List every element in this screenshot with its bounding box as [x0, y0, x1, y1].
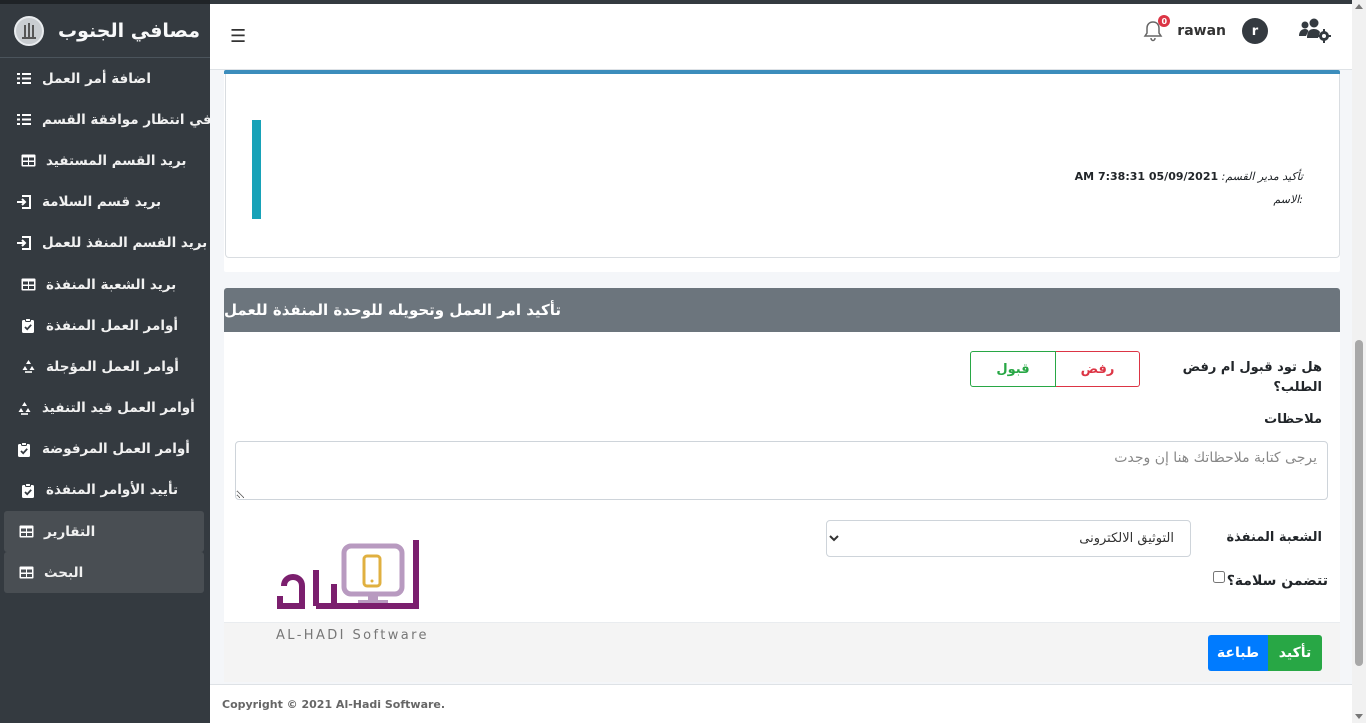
avatar[interactable]: r	[1242, 18, 1268, 44]
info-accent-bar	[252, 120, 261, 219]
user-area: 0 rawan r	[1143, 15, 1332, 44]
sidebar-item-rejected-orders[interactable]: أوامر العمل المرفوضة	[0, 429, 210, 470]
print-button[interactable]: طباعة	[1208, 635, 1268, 671]
table-icon	[18, 524, 34, 540]
sidebar-item-label: بريد القسم المستفيد	[46, 152, 187, 169]
scroll-thumb[interactable]	[1355, 340, 1363, 666]
reject-button[interactable]: رفض	[1056, 351, 1140, 387]
sidebar-item-executing-department-mail[interactable]: بريد القسم المنفذ للعمل	[0, 223, 210, 264]
sidebar-item-label: التقارير	[44, 523, 96, 540]
copyright-text: Copyright © 2021 Al-Hadi Software.	[222, 698, 446, 711]
table-icon	[18, 565, 34, 581]
approval-info-card: تأكيد مدير القسم: 05/09/2021 7:38:31 AM …	[224, 70, 1340, 272]
manager-confirmation-label: تأكيد مدير القسم:	[1221, 170, 1303, 183]
sidebar-item-search[interactable]: البحث	[4, 552, 204, 594]
watermark-text: AL-HADI Software	[276, 628, 429, 643]
sidebar-nav: اضافة أمر العمل أوامر في انتظار موافقة ا…	[0, 58, 210, 594]
recycle-icon	[16, 400, 32, 416]
sidebar-item-label: أوامر العمل قيد التنفيذ	[42, 400, 195, 417]
sidebar-item-label: أوامر في انتظار موافقة القسم	[42, 111, 210, 128]
users-cog-icon[interactable]	[1298, 18, 1332, 44]
notes-label: ملاحظات	[1264, 412, 1322, 427]
sign-in-icon	[16, 194, 32, 210]
sidebar-item-executed-orders[interactable]: أوامر العمل المنفذة	[0, 305, 210, 346]
accept-reject-group: قبول رفض	[970, 351, 1140, 387]
sidebar-item-postponed-orders[interactable]: أوامر العمل المؤجلة	[0, 346, 210, 387]
executing-unit-label: الشعبة المنفذة	[1226, 530, 1322, 545]
notification-count-badge: 0	[1158, 15, 1171, 27]
sign-in-icon	[16, 235, 32, 251]
table-icon	[20, 277, 36, 293]
clipboard-check-icon	[16, 441, 32, 457]
accept-button[interactable]: قبول	[970, 351, 1056, 387]
top-navbar: ☰ 0 rawan r	[210, 0, 1366, 70]
clipboard-check-icon	[20, 318, 36, 334]
page-scrollbar[interactable]	[1352, 0, 1366, 723]
brand-title: مصافي الجنوب	[58, 19, 200, 42]
approval-info-body: تأكيد مدير القسم: 05/09/2021 7:38:31 AM …	[225, 74, 1340, 258]
card-title: تأكيد امر العمل وتحويله للوحدة المنفذة ل…	[224, 288, 1340, 332]
executing-unit-select[interactable]: التوثيق الالكترونى	[826, 520, 1191, 557]
safety-checkbox[interactable]	[1212, 571, 1225, 583]
brand[interactable]: مصافي الجنوب	[0, 4, 210, 58]
sidebar-item-label: أوامر العمل المؤجلة	[46, 358, 179, 375]
notes-textarea[interactable]	[235, 441, 1328, 500]
sidebar-item-label: تأييد الأوامر المنفذة	[46, 482, 179, 499]
task-list-icon	[16, 71, 32, 87]
clipboard-check-icon	[20, 482, 36, 498]
sidebar: مصافي الجنوب اضافة أمر العمل أوامر في ان…	[0, 0, 210, 723]
sidebar-item-confirm-executed[interactable]: تأييد الأوامر المنفذة	[0, 470, 210, 511]
confirm-button[interactable]: تأكيد	[1268, 635, 1322, 671]
sidebar-item-reports[interactable]: التقارير	[4, 511, 204, 553]
sidebar-item-label: أوامر العمل المنفذة	[46, 317, 178, 334]
brand-logo-icon	[14, 15, 44, 46]
scroll-down-arrow-icon[interactable]	[1355, 714, 1363, 719]
sidebar-item-add-work-order[interactable]: اضافة أمر العمل	[0, 58, 210, 99]
sidebar-item-label: بريد قسم السلامة	[42, 194, 162, 211]
accept-reject-question: هل تود قبول ام رفض الطلب؟	[1182, 360, 1322, 395]
sidebar-item-label: بريد الشعبة المنفذة	[46, 276, 177, 293]
sidebar-item-label: اضافة أمر العمل	[42, 70, 151, 87]
notifications-button[interactable]: 0	[1143, 15, 1171, 42]
safety-label: تتضمن سلامة؟	[1226, 573, 1328, 589]
sidebar-item-safety-mail[interactable]: بريد قسم السلامة	[0, 182, 210, 223]
username[interactable]: rawan	[1177, 23, 1226, 39]
manager-confirmation: تأكيد مدير القسم: 05/09/2021 7:38:31 AM	[1075, 170, 1303, 183]
sidebar-item-in-progress-orders[interactable]: أوامر العمل قيد التنفيذ	[0, 388, 210, 429]
manager-confirmation-value: 05/09/2021 7:38:31 AM	[1074, 170, 1219, 183]
hamburger-menu-icon[interactable]: ☰	[230, 26, 246, 47]
recycle-icon	[20, 359, 36, 375]
table-icon	[20, 153, 36, 169]
scroll-up-arrow-icon[interactable]	[1355, 4, 1363, 9]
page-footer: Copyright © 2021 Al-Hadi Software.	[210, 684, 1352, 723]
sidebar-item-label: البحث	[44, 564, 84, 581]
sidebar-item-label: أوامر العمل المرفوضة	[42, 441, 190, 458]
sidebar-item-beneficiary-mail[interactable]: بريد القسم المستفيد	[0, 140, 210, 181]
sidebar-item-label: بريد القسم المنفذ للعمل	[42, 235, 208, 252]
task-list-icon	[16, 112, 32, 128]
sidebar-item-pending-approval[interactable]: أوامر في انتظار موافقة القسم	[0, 99, 210, 140]
name-label: :الاسم	[1273, 193, 1303, 206]
sidebar-item-executing-section-mail[interactable]: بريد الشعبة المنفذة	[0, 264, 210, 305]
safety-row: تتضمن سلامة؟	[1212, 571, 1328, 589]
